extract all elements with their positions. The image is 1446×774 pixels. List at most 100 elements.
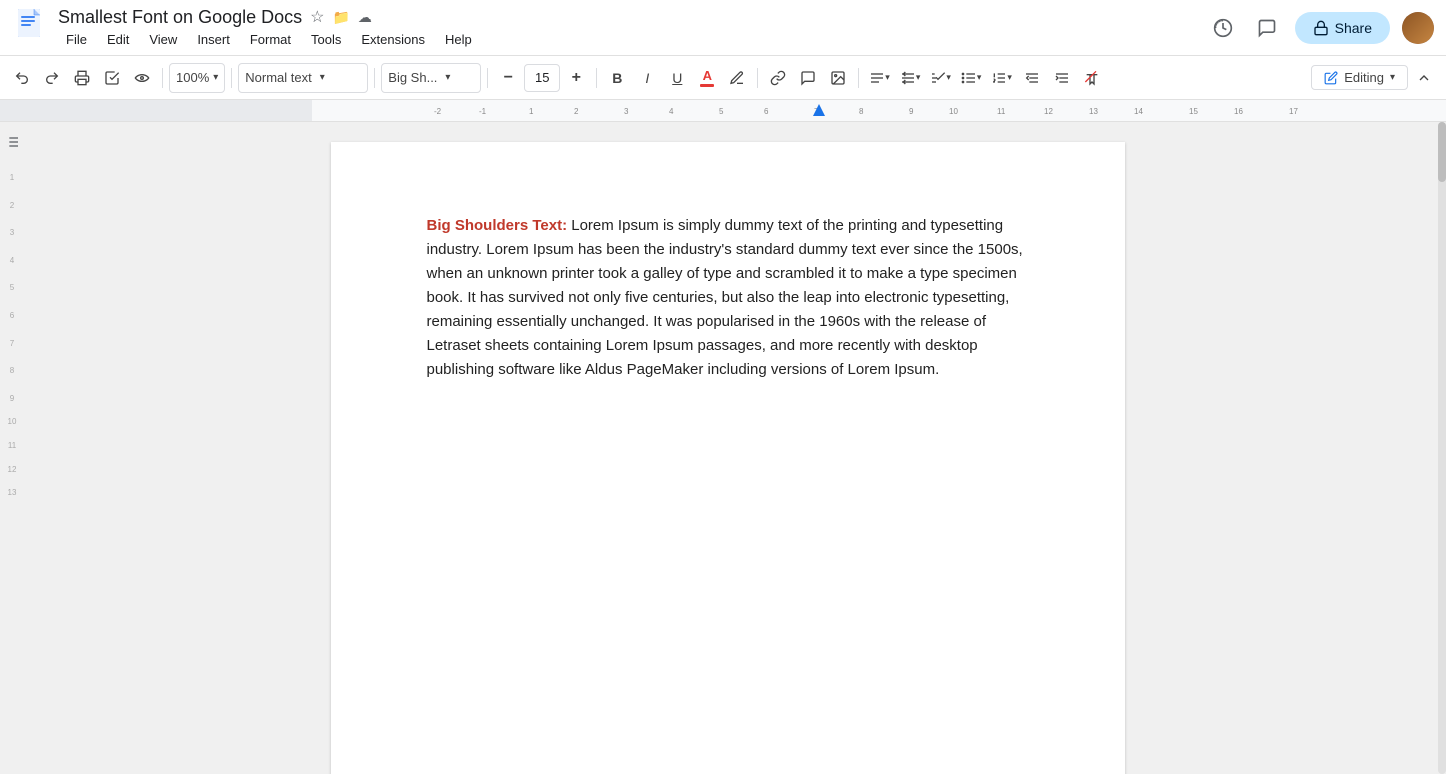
- top-right: Share: [1207, 12, 1434, 44]
- print-button[interactable]: [68, 63, 96, 93]
- svg-text:6: 6: [764, 107, 769, 116]
- avatar[interactable]: [1402, 12, 1434, 44]
- checklist-button[interactable]: ▾: [926, 63, 955, 93]
- text-style-value: Normal text: [245, 70, 311, 85]
- doc-body-text: Lorem Ipsum is simply dummy text of the …: [427, 217, 1023, 378]
- svg-text:12: 12: [1044, 107, 1053, 116]
- clear-formatting-button[interactable]: [1078, 63, 1106, 93]
- share-label: Share: [1335, 20, 1372, 36]
- numbered-list-button[interactable]: ▾: [987, 63, 1016, 93]
- main-area: 123 45 67 89 1011 1213 Big Shoulders Tex…: [0, 122, 1446, 774]
- doc-icon: [12, 7, 48, 48]
- font-size-decrease-button[interactable]: −: [494, 63, 522, 93]
- svg-text:2: 2: [574, 107, 579, 116]
- underline-button[interactable]: U: [663, 63, 691, 93]
- svg-text:10: 10: [949, 107, 958, 116]
- divider-4: [487, 68, 488, 88]
- menu-edit[interactable]: Edit: [99, 30, 137, 49]
- doc-meta: Smallest Font on Google Docs ☆ 📁 ☁ File …: [58, 7, 1207, 49]
- menu-format[interactable]: Format: [242, 30, 299, 49]
- svg-text:4: 4: [669, 107, 674, 116]
- spellcheck-button[interactable]: [98, 63, 126, 93]
- comment-inline-button[interactable]: [794, 63, 822, 93]
- italic-label: I: [645, 70, 649, 86]
- style-arrow-icon: ▾: [320, 72, 325, 83]
- svg-text:15: 15: [1189, 107, 1198, 116]
- undo-button[interactable]: [8, 63, 36, 93]
- italic-button[interactable]: I: [633, 63, 661, 93]
- divider-5: [596, 68, 597, 88]
- left-ruler: 123 45 67 89 1011 1213: [8, 173, 17, 498]
- doc-title: Smallest Font on Google Docs: [58, 7, 302, 28]
- doc-menu-row: File Edit View Insert Format Tools Exten…: [58, 30, 1207, 49]
- divider-7: [858, 68, 859, 88]
- doc-paragraph[interactable]: Big Shoulders Text: Lorem Ipsum is simpl…: [427, 214, 1029, 382]
- bullet-list-button[interactable]: ▾: [957, 63, 986, 93]
- line-spacing-button[interactable]: ▾: [896, 63, 925, 93]
- font-select[interactable]: Big Sh... ▾: [381, 63, 481, 93]
- doc-scroll-area[interactable]: Big Shoulders Text: Lorem Ipsum is simpl…: [24, 122, 1431, 774]
- right-scrollbar-area[interactable]: [1431, 122, 1446, 774]
- font-arrow-icon: ▾: [445, 72, 450, 83]
- editing-label: Editing: [1344, 70, 1384, 85]
- scrollbar-thumb[interactable]: [1438, 122, 1446, 182]
- highlight-button[interactable]: [723, 63, 751, 93]
- svg-text:-2: -2: [434, 107, 442, 116]
- menu-file[interactable]: File: [58, 30, 95, 49]
- svg-text:11: 11: [997, 107, 1006, 116]
- redo-button[interactable]: [38, 63, 66, 93]
- image-button[interactable]: [824, 63, 852, 93]
- svg-text:17: 17: [1289, 107, 1298, 116]
- svg-text:5: 5: [719, 107, 724, 116]
- bold-label: B: [612, 70, 622, 86]
- folder-icon[interactable]: 📁: [332, 9, 349, 26]
- zoom-value: 100%: [176, 70, 209, 85]
- link-button[interactable]: [764, 63, 792, 93]
- text-color-button[interactable]: A: [693, 63, 721, 93]
- scrollbar-track: [1438, 122, 1446, 774]
- outline-icon[interactable]: [4, 134, 20, 153]
- svg-text:3: 3: [624, 107, 629, 116]
- editing-mode-button[interactable]: Editing ▾: [1311, 65, 1408, 90]
- share-button[interactable]: Share: [1295, 12, 1390, 44]
- comments-icon[interactable]: [1251, 12, 1283, 44]
- menu-extensions[interactable]: Extensions: [353, 30, 433, 49]
- svg-text:-1: -1: [479, 107, 487, 116]
- top-bar: Smallest Font on Google Docs ☆ 📁 ☁ File …: [0, 0, 1446, 56]
- svg-text:8: 8: [859, 107, 864, 116]
- menu-view[interactable]: View: [141, 30, 185, 49]
- doc-page: Big Shoulders Text: Lorem Ipsum is simpl…: [331, 142, 1125, 774]
- history-icon[interactable]: [1207, 12, 1239, 44]
- menu-insert[interactable]: Insert: [189, 30, 238, 49]
- menu-tools[interactable]: Tools: [303, 30, 349, 49]
- divider-2: [231, 68, 232, 88]
- ruler: -2 -1 1 2 3 4 5 6 7 8 9 10 11 12 13 14 1…: [0, 100, 1446, 122]
- divider-1: [162, 68, 163, 88]
- text-style-select[interactable]: Normal text ▾: [238, 63, 368, 93]
- underline-label: U: [672, 70, 682, 86]
- cloud-icon[interactable]: ☁: [358, 9, 372, 26]
- ruler-content: -2 -1 1 2 3 4 5 6 7 8 9 10 11 12 13 14 1…: [312, 100, 1446, 121]
- svg-text:9: 9: [909, 107, 914, 116]
- bold-button[interactable]: B: [603, 63, 631, 93]
- divider-6: [757, 68, 758, 88]
- doc-bold-red-text: Big Shoulders Text:: [427, 217, 568, 234]
- font-size-increase-button[interactable]: +: [562, 63, 590, 93]
- editing-arrow-icon: ▾: [1390, 72, 1395, 83]
- font-size-input[interactable]: 15: [524, 64, 560, 92]
- svg-text:16: 16: [1234, 107, 1243, 116]
- zoom-arrow-icon: ▾: [213, 72, 218, 83]
- indent-decrease-button[interactable]: [1018, 63, 1046, 93]
- menu-help[interactable]: Help: [437, 30, 480, 49]
- font-value: Big Sh...: [388, 70, 437, 85]
- svg-text:1: 1: [529, 107, 534, 116]
- svg-text:14: 14: [1134, 107, 1143, 116]
- alignment-button[interactable]: ▾: [865, 63, 894, 93]
- zoom-select[interactable]: 100% ▾: [169, 63, 225, 93]
- indent-increase-button[interactable]: [1048, 63, 1076, 93]
- paint-format-button[interactable]: [128, 63, 156, 93]
- star-icon[interactable]: ☆: [310, 7, 324, 27]
- svg-text:13: 13: [1089, 107, 1098, 116]
- ruler-left-margin: [0, 100, 312, 121]
- collapse-toolbar-button[interactable]: [1410, 64, 1438, 92]
